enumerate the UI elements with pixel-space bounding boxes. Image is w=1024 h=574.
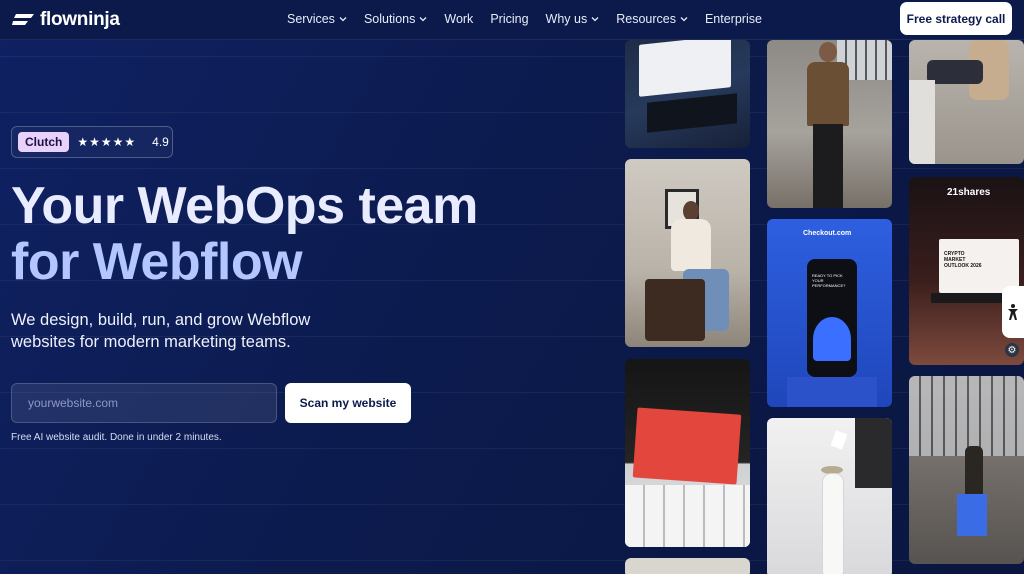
rating-value: 4.9 [152, 135, 169, 149]
chevron-down-icon [591, 17, 599, 22]
phone-screen-text: READY TO PICK YOUR PERFORMANCE? [812, 273, 846, 288]
nav-item-label: Solutions [363, 12, 416, 26]
tile-grid [625, 485, 750, 547]
monitor-screen [632, 407, 742, 485]
wall-panel [909, 80, 935, 164]
chair [645, 279, 705, 341]
nav-item-solutions[interactable]: Solutions [364, 12, 427, 26]
red-monitor-image [625, 359, 750, 547]
nav-item-resources[interactable]: Resources [616, 12, 688, 26]
clutch-rating-badge[interactable]: Clutch ★★★★★ 4.9 [11, 126, 173, 158]
top-navigation: flowninja Services Solutions Work Pricing Wh… [0, 0, 1024, 40]
factory-windows [909, 376, 1024, 456]
nav-item-label: Enterprise [704, 12, 762, 26]
laptop-dashboard-image [625, 40, 750, 148]
star-rating-icons: ★★★★★ [77, 135, 137, 149]
headline-line-2: for Webflow [11, 233, 303, 291]
nav-item-label: Work [444, 12, 474, 26]
chevron-down-icon [419, 17, 427, 22]
businessman-jacket [807, 62, 849, 126]
nav-item-services[interactable]: Services [287, 12, 347, 26]
nav-item-label: Services [287, 12, 335, 26]
accessibility-icon [1008, 304, 1018, 320]
sitting-person-legs [927, 60, 983, 84]
blue-poster [957, 494, 987, 536]
column1-bottom-image [625, 558, 750, 574]
phone-graphic [813, 317, 851, 361]
laptop-base [647, 93, 737, 133]
nav-item-label: Pricing [490, 12, 529, 26]
flying-paper [830, 430, 848, 450]
hero-headline: Your WebOps team for Webflow [11, 178, 571, 290]
black-panel [855, 418, 892, 488]
hero-subheadline: We design, build, run, and grow Webflow … [11, 311, 311, 351]
chevron-down-icon [680, 17, 688, 22]
21shares-logo-label: 21shares [947, 187, 991, 198]
checkout-logo-label: Checkout.com [803, 230, 852, 237]
nav-item-pricing[interactable]: Pricing [490, 12, 528, 26]
crypto-outlook-text: CRYPTO MARKET OUTLOOK 2026 [944, 251, 982, 269]
businessman-head [819, 42, 837, 62]
nav-item-enterprise[interactable]: Enterprise [705, 12, 762, 26]
free-strategy-call-button[interactable]: Free strategy call [900, 2, 1012, 35]
flowninja-logo-icon [12, 14, 34, 25]
brand-name: flowninja [40, 9, 120, 30]
laptop-21shares-screen: CRYPTO MARKET OUTLOOK 2026 [939, 239, 1019, 293]
accessibility-widget[interactable] [1002, 286, 1024, 338]
woman-paper-image [767, 418, 892, 574]
main-menu: Services Solutions Work Pricing Why us Resour… [287, 0, 762, 38]
chevron-down-icon [339, 17, 347, 22]
laptop-screen [639, 40, 731, 97]
phone-pedestal [787, 377, 877, 407]
clutch-logo: Clutch [18, 132, 70, 152]
factory-person-image [909, 376, 1024, 564]
nav-item-label: Resources [616, 12, 676, 26]
nav-item-why-us[interactable]: Why us [546, 12, 600, 26]
flowninja-logo[interactable]: flowninja [12, 9, 120, 31]
person-sitting-image [909, 40, 1024, 164]
nav-item-work[interactable]: Work [444, 12, 473, 26]
nav-item-label: Why us [545, 12, 588, 26]
person-body [671, 219, 711, 271]
man-on-chair-image [625, 159, 750, 347]
person-head [683, 201, 699, 221]
woman-hat [821, 466, 843, 474]
gear-icon[interactable]: ⚙ [1005, 343, 1019, 357]
businessman-laptop-image [767, 40, 892, 208]
checkout-phone-image: Checkout.com READY TO PICK YOUR PERFORMA… [767, 219, 892, 407]
phone-device: READY TO PICK YOUR PERFORMANCE? [807, 259, 857, 377]
businessman-legs [813, 124, 843, 208]
website-url-input[interactable] [11, 383, 277, 423]
scan-my-website-button[interactable]: Scan my website [285, 383, 411, 423]
audit-note: Free AI website audit. Done in under 2 m… [11, 432, 222, 443]
woman-figure [823, 474, 843, 574]
headline-line-1: Your WebOps team [11, 177, 478, 235]
